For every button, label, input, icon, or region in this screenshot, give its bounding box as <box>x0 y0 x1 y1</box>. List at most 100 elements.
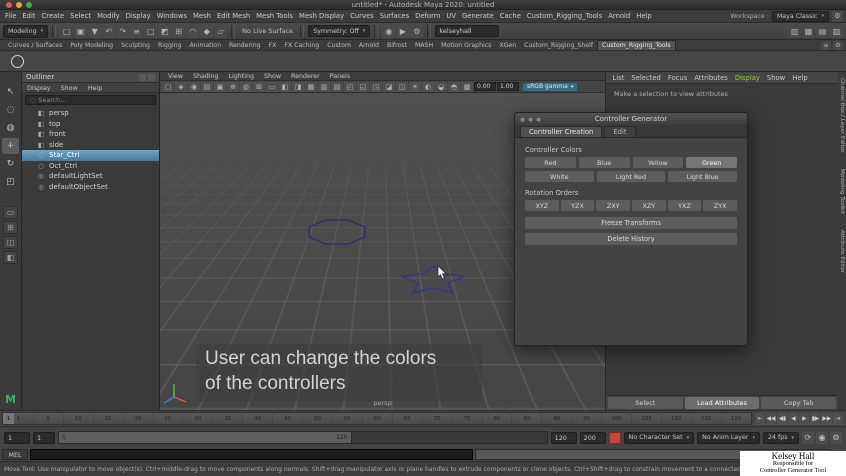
menu-item[interactable]: Help <box>633 12 655 20</box>
close-window-icon[interactable] <box>6 2 12 8</box>
xray-icon[interactable]: ◪ <box>383 81 395 92</box>
menu-item[interactable]: Surfaces <box>377 12 412 20</box>
freeze-transforms-button[interactable]: Freeze Transforms <box>525 217 737 229</box>
playback-end-field[interactable]: 120 <box>550 431 577 444</box>
outliner-search[interactable]: ◌ Search... <box>25 95 156 105</box>
snap-point-icon[interactable]: ◆ <box>200 24 214 38</box>
circle-controller-shelf-icon[interactable] <box>11 54 24 68</box>
menu-item[interactable]: UV <box>443 12 459 20</box>
select-component-icon[interactable]: ◩ <box>158 24 172 38</box>
username-field[interactable]: kelseyhall <box>435 25 500 37</box>
step-forward-key-button[interactable]: ▮▶ <box>810 412 821 425</box>
frame-all-icon[interactable]: ◰ <box>344 81 356 92</box>
playback-loop-icon[interactable]: ⟳ <box>802 431 814 444</box>
pan-zoom-icon[interactable]: ⊕ <box>227 81 239 92</box>
layout-two-icon[interactable]: ◫ <box>3 236 18 249</box>
viewport-menu-item[interactable]: Lighting <box>224 73 259 80</box>
wireframe-shaded-icon[interactable]: ◫ <box>396 81 408 92</box>
go-to-end-button[interactable]: ⇥ <box>833 412 843 425</box>
step-back-key-button[interactable]: ◀▮ <box>777 412 788 425</box>
camera-attributes-icon[interactable]: ◉ <box>188 81 200 92</box>
menu-item[interactable]: Edit <box>19 12 38 20</box>
shelf-tab[interactable]: Arnold <box>355 41 383 50</box>
shelf-tab[interactable]: MASH <box>411 41 437 50</box>
blue-color-button[interactable]: Blue <box>578 157 630 168</box>
ipr-render-icon[interactable]: ▶ <box>396 24 410 38</box>
timeline-track[interactable]: 1 5 10 15 20 25 30 35 40 45 50 55 60 65 70 75 80 85 90 95 10… <box>2 412 752 425</box>
light-blue-color-button[interactable]: Light Blue <box>668 171 737 182</box>
ambient-occlusion-icon[interactable]: ◒ <box>435 81 447 92</box>
render-settings-icon[interactable]: ⚙ <box>410 24 424 38</box>
menu-item[interactable]: Windows <box>154 12 190 20</box>
outliner-item-top[interactable]: ◧ top <box>22 119 159 130</box>
light-red-color-button[interactable]: Light Red <box>596 171 666 182</box>
rotation-zyx-button[interactable]: ZYX <box>703 200 737 211</box>
layout-outliner-icon[interactable]: ◧ <box>3 251 18 264</box>
outliner-item-front[interactable]: ◧ front <box>22 129 159 140</box>
menu-item[interactable]: Display <box>123 12 154 20</box>
menu-item[interactable]: Curves <box>347 12 377 20</box>
attribute-editor-menu-item[interactable]: List <box>609 74 628 82</box>
minimize-icon[interactable] <box>528 116 533 122</box>
command-input[interactable] <box>30 449 474 460</box>
gate-mask-icon[interactable]: ◨ <box>292 81 304 92</box>
shelf-tab[interactable]: Custom <box>323 41 355 50</box>
shelf-tab[interactable]: XGen <box>495 41 520 50</box>
shelf-tab[interactable]: Custom_Rigging_Tools <box>597 40 676 50</box>
select-tool-icon[interactable]: ↖ <box>2 84 19 100</box>
outliner-menu-item[interactable]: Display <box>22 84 56 92</box>
maximize-window-icon[interactable] <box>26 2 32 8</box>
rotation-xyz-button[interactable]: XYZ <box>525 200 559 211</box>
dock-tab[interactable]: Channel Box / Layer Editor <box>839 78 845 153</box>
outliner-item-star-ctrl[interactable]: ○ Star_Ctrl <box>22 150 159 161</box>
resolution-gate-icon[interactable]: ◧ <box>279 81 291 92</box>
shelf-tab[interactable]: Motion Graphics <box>437 41 495 50</box>
lighting-icon[interactable]: ☀ <box>409 81 421 92</box>
attribute-editor-icon[interactable]: ▧ <box>830 24 843 38</box>
menu-item[interactable]: Custom_Rigging_Tools <box>524 12 605 20</box>
open-scene-icon[interactable]: ▣ <box>74 24 88 38</box>
gamma-field[interactable]: 1.00 <box>497 82 519 91</box>
modeling-toolkit-icon[interactable]: ▥ <box>788 24 801 38</box>
frame-selection-icon[interactable]: ◱ <box>357 81 369 92</box>
snap-grid-icon[interactable]: ⊞ <box>172 24 186 38</box>
menu-item[interactable]: Modify <box>94 12 123 20</box>
symmetry-dropdown[interactable]: Symmetry: Off <box>308 25 371 37</box>
playback-range-handle[interactable]: 1 120 <box>59 432 352 443</box>
bookmarks-icon[interactable]: ▤ <box>201 81 213 92</box>
viewport-menu-item[interactable]: Show <box>259 73 286 80</box>
safe-action-icon[interactable]: ▥ <box>318 81 330 92</box>
paint-select-tool-icon[interactable]: ◍ <box>2 120 19 136</box>
character-set-dropdown[interactable]: No Character Set <box>623 431 695 444</box>
green-color-button[interactable]: Green <box>686 157 737 168</box>
motion-blur-icon[interactable]: ◓ <box>448 81 460 92</box>
shelf-tab[interactable]: Sculpting <box>117 41 154 50</box>
attribute-editor-menu-item[interactable]: Show <box>763 74 788 82</box>
workspace-pin-icon[interactable]: ⚙ <box>832 10 843 22</box>
live-surface-label[interactable]: No Live Surface <box>239 27 296 35</box>
current-frame-marker[interactable]: 1 <box>3 413 14 424</box>
shadows-icon[interactable]: ◐ <box>422 81 434 92</box>
dock-tab[interactable]: Attribute Editor <box>839 230 845 273</box>
rotation-yzx-button[interactable]: YZX <box>560 200 595 211</box>
minimize-window-icon[interactable] <box>16 2 22 8</box>
viewport-menu-item[interactable]: Renderer <box>286 73 325 80</box>
animation-preferences-icon[interactable]: ⚙ <box>830 431 842 444</box>
outliner-item-default-light-set[interactable]: ◎ defaultLightSet <box>22 171 159 182</box>
fps-dropdown[interactable]: 24 fps <box>762 431 799 444</box>
playback-start-field[interactable]: 1 <box>33 431 55 444</box>
tab-edit[interactable]: Edit <box>604 126 636 137</box>
red-color-button[interactable]: Red <box>525 157 576 168</box>
channel-box-icon[interactable]: ▤ <box>816 24 829 38</box>
attribute-editor-menu-item[interactable]: Focus <box>664 74 690 82</box>
shelf-tab[interactable]: Rigging <box>154 41 185 50</box>
menu-item[interactable]: File <box>2 12 19 20</box>
select-object-icon[interactable]: □ <box>144 24 158 38</box>
attribute-editor-menu-item[interactable]: Display <box>731 74 763 82</box>
outliner-item-side[interactable]: ◧ side <box>22 140 159 151</box>
tab-controller-creation[interactable]: Controller Creation <box>520 126 603 137</box>
scale-tool-icon[interactable]: ◰ <box>2 174 19 190</box>
outliner-item-oct-ctrl[interactable]: ○ Oct_Ctrl <box>22 161 159 172</box>
menu-item[interactable]: Arnold <box>605 12 633 20</box>
menu-item[interactable]: Mesh Display <box>296 12 347 20</box>
